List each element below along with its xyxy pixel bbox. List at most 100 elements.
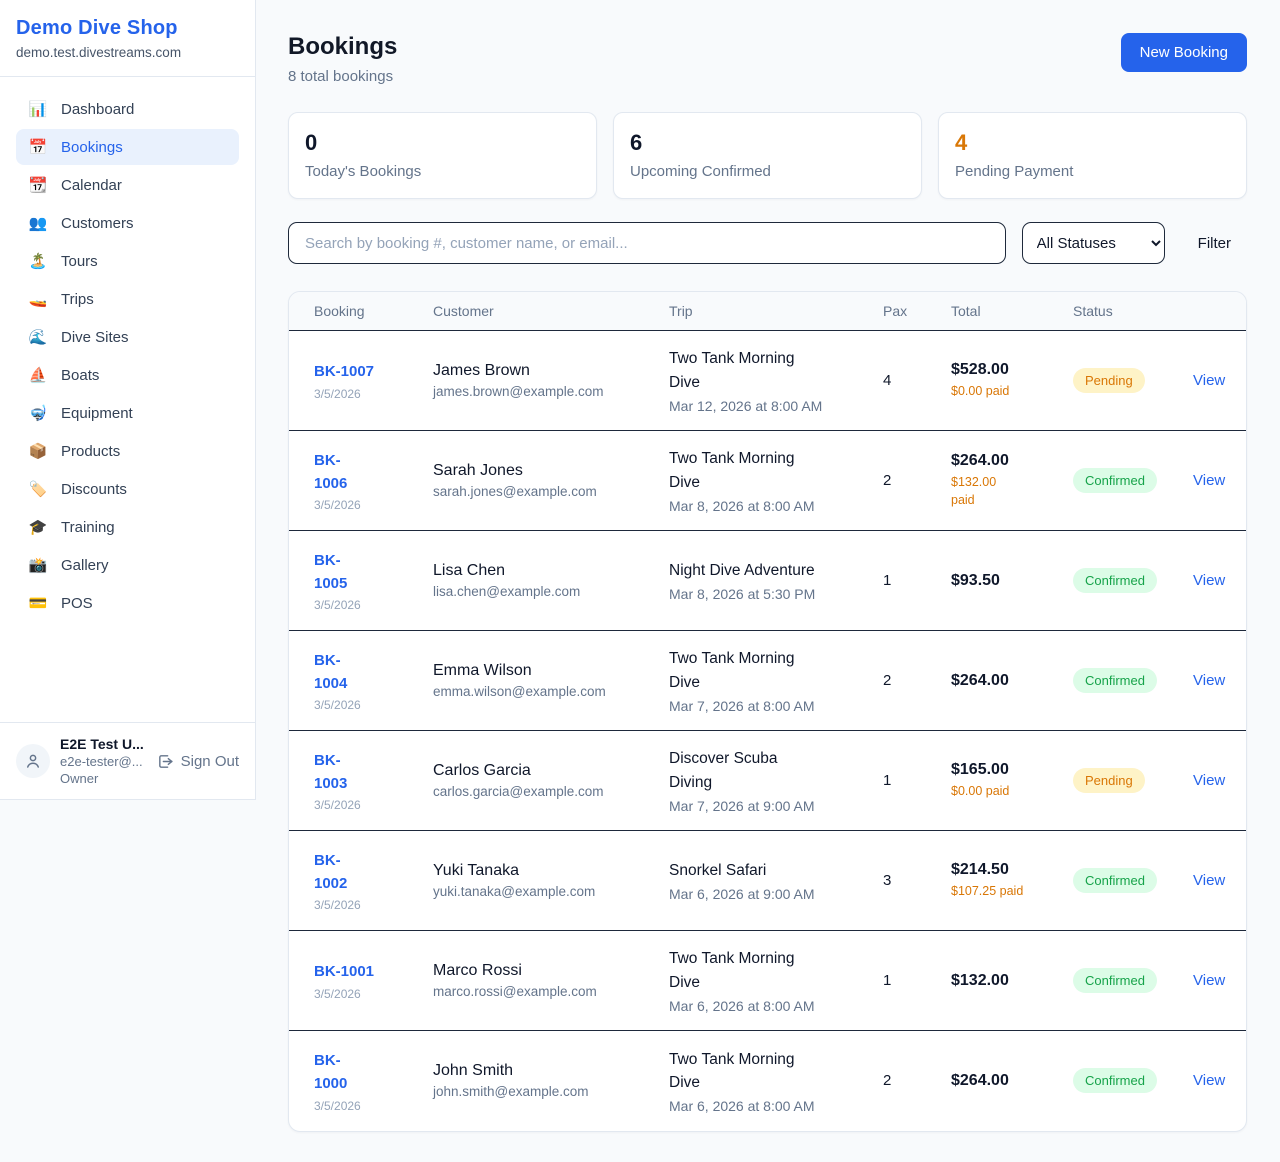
discounts-icon: 🏷️: [28, 480, 48, 498]
sidebar-item-calendar[interactable]: 📆 Calendar: [16, 167, 239, 203]
view-link[interactable]: View: [1193, 972, 1225, 989]
view-link[interactable]: View: [1193, 772, 1225, 789]
sidebar: Demo Dive Shop demo.test.divestreams.com…: [0, 0, 256, 800]
paid-amount: $0.00 paid: [951, 383, 1057, 401]
total-amount: $93.50: [951, 572, 1057, 590]
sidebar-item-tours[interactable]: 🏝️ Tours: [16, 243, 239, 279]
status-badge: Confirmed: [1073, 468, 1157, 493]
sidebar-item-label: Calendar: [61, 177, 122, 194]
view-link[interactable]: View: [1193, 472, 1225, 489]
booking-number-link[interactable]: BK- 1004: [314, 649, 417, 696]
trip-datetime: Mar 6, 2026 at 9:00 AM: [669, 886, 867, 902]
page-title: Bookings: [288, 33, 397, 61]
search-input[interactable]: [288, 222, 1006, 264]
status-badge: Confirmed: [1073, 868, 1157, 893]
pax-count: 4: [883, 372, 935, 389]
training-icon: 🎓: [28, 518, 48, 536]
booking-date: 3/5/2026: [314, 898, 417, 912]
sidebar-item-pos[interactable]: 💳 POS: [16, 585, 239, 621]
booking-number-link[interactable]: BK- 1003: [314, 749, 417, 796]
booking-date: 3/5/2026: [314, 798, 417, 812]
customer-name: Lisa Chen: [433, 562, 653, 580]
sidebar-item-boats[interactable]: ⛵ Boats: [16, 357, 239, 393]
stat-value: 0: [305, 130, 580, 156]
sidebar-item-label: Training: [61, 519, 115, 536]
total-amount: $264.00: [951, 1072, 1057, 1090]
table-row: BK-1007 3/5/2026 James Brown james.brown…: [289, 331, 1247, 431]
pax-count: 1: [883, 572, 935, 589]
sidebar-item-dashboard[interactable]: 📊 Dashboard: [16, 91, 239, 127]
trip-name: Two Tank Morning Dive: [669, 347, 867, 394]
sidebar-item-gallery[interactable]: 📸 Gallery: [16, 547, 239, 583]
total-amount: $132.00: [951, 972, 1057, 990]
sign-out-button[interactable]: Sign Out: [157, 753, 239, 770]
sidebar-item-customers[interactable]: 👥 Customers: [16, 205, 239, 241]
sidebar-item-trips[interactable]: 🚤 Trips: [16, 281, 239, 317]
main-content: Bookings 8 total bookings New Booking 0 …: [256, 0, 1280, 1132]
customer-email: sarah.jones@example.com: [433, 484, 653, 499]
booking-number-link[interactable]: BK- 1006: [314, 449, 417, 496]
booking-number-link[interactable]: BK-1001: [314, 960, 417, 983]
customer-name: John Smith: [433, 1062, 653, 1080]
status-badge: Confirmed: [1073, 568, 1157, 593]
customer-name: Marco Rossi: [433, 962, 653, 980]
sidebar-item-label: Gallery: [61, 557, 109, 574]
dive-sites-icon: 🌊: [28, 328, 48, 346]
booking-date: 3/5/2026: [314, 698, 417, 712]
pax-count: 2: [883, 672, 935, 689]
pos-icon: 💳: [28, 594, 48, 612]
status-select[interactable]: All Statuses: [1022, 222, 1165, 264]
sidebar-item-equipment[interactable]: 🤿 Equipment: [16, 395, 239, 431]
table-row: BK-1001 3/5/2026 Marco Rossi marco.rossi…: [289, 931, 1247, 1031]
col-header-total: Total: [943, 292, 1065, 331]
booking-number-link[interactable]: BK-1007: [314, 360, 417, 383]
trip-datetime: Mar 6, 2026 at 8:00 AM: [669, 998, 867, 1014]
stat-card-todays-bookings: 0 Today's Bookings: [288, 112, 597, 199]
booking-number-link[interactable]: BK- 1005: [314, 549, 417, 596]
customer-email: marco.rossi@example.com: [433, 984, 653, 999]
sidebar-item-discounts[interactable]: 🏷️ Discounts: [16, 471, 239, 507]
trip-name: Night Dive Adventure: [669, 559, 867, 582]
booking-number-link[interactable]: BK- 1002: [314, 849, 417, 896]
products-icon: 📦: [28, 442, 48, 460]
trip-datetime: Mar 6, 2026 at 8:00 AM: [669, 1098, 867, 1114]
booking-date: 3/5/2026: [314, 987, 417, 1001]
user-icon: [24, 752, 42, 770]
filter-row: All Statuses Filter: [288, 222, 1247, 264]
view-link[interactable]: View: [1193, 572, 1225, 589]
col-header-booking: Booking: [289, 292, 425, 331]
avatar: [16, 744, 50, 778]
col-header-status: Status: [1065, 292, 1185, 331]
sidebar-item-bookings[interactable]: 📅 Bookings: [16, 129, 239, 165]
view-link[interactable]: View: [1193, 672, 1225, 689]
sidebar-item-training[interactable]: 🎓 Training: [16, 509, 239, 545]
stat-value: 6: [630, 130, 905, 156]
trip-datetime: Mar 7, 2026 at 8:00 AM: [669, 698, 867, 714]
bookings-table-card: Booking Customer Trip Pax Total Status B…: [288, 291, 1247, 1132]
new-booking-button[interactable]: New Booking: [1121, 33, 1247, 72]
col-header-trip: Trip: [661, 292, 875, 331]
sidebar-item-products[interactable]: 📦 Products: [16, 433, 239, 469]
view-link[interactable]: View: [1193, 872, 1225, 889]
sidebar-item-label: Boats: [61, 367, 99, 384]
sidebar-item-label: Bookings: [61, 139, 123, 156]
table-row: BK- 1004 3/5/2026 Emma Wilson emma.wilso…: [289, 631, 1247, 731]
sidebar-item-label: POS: [61, 595, 93, 612]
booking-date: 3/5/2026: [314, 387, 417, 401]
customer-name: Sarah Jones: [433, 462, 653, 480]
sidebar-item-label: Products: [61, 443, 120, 460]
stat-label: Today's Bookings: [305, 163, 580, 180]
page-subtitle: 8 total bookings: [288, 68, 397, 85]
customer-email: yuki.tanaka@example.com: [433, 884, 653, 899]
view-link[interactable]: View: [1193, 372, 1225, 389]
booking-number-link[interactable]: BK- 1000: [314, 1049, 417, 1096]
brand-block: Demo Dive Shop demo.test.divestreams.com: [0, 0, 255, 77]
stats-row: 0 Today's Bookings 6 Upcoming Confirmed …: [288, 112, 1247, 199]
trip-datetime: Mar 7, 2026 at 9:00 AM: [669, 798, 867, 814]
filter-button[interactable]: Filter: [1198, 235, 1231, 252]
stat-value: 4: [955, 130, 1230, 156]
calendar-icon: 📆: [28, 176, 48, 194]
view-link[interactable]: View: [1193, 1072, 1225, 1089]
sidebar-item-dive-sites[interactable]: 🌊 Dive Sites: [16, 319, 239, 355]
customer-name: Yuki Tanaka: [433, 862, 653, 880]
